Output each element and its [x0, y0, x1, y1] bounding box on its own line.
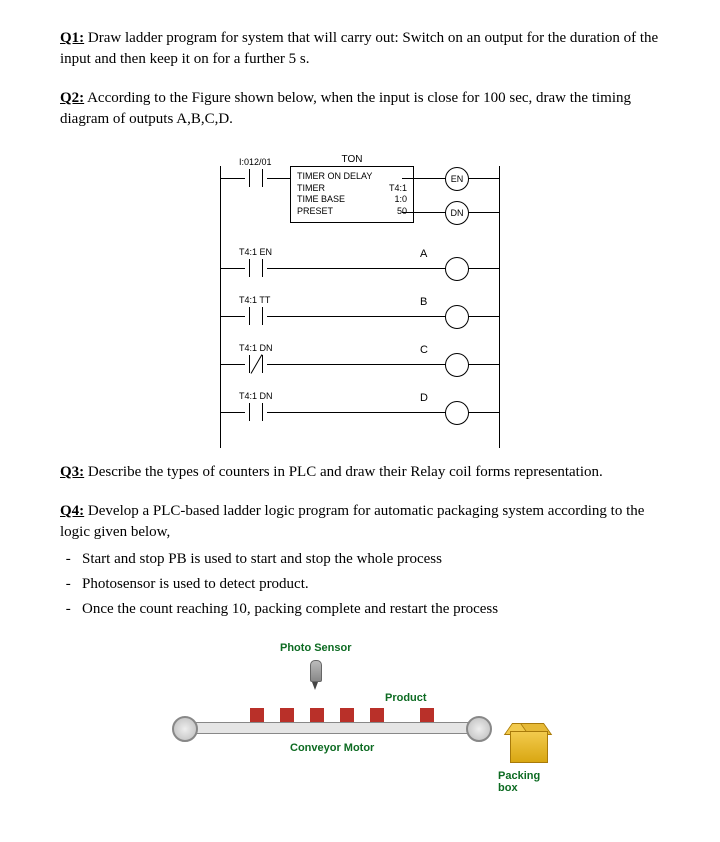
q4-bullet-3: Once the count reaching 10, packing comp… — [82, 599, 660, 620]
question-4: Q4: Develop a PLC-based ladder logic pro… — [60, 501, 660, 620]
rung3-contact: T4:1 TT — [245, 307, 267, 325]
timer-line4: PRESET 50 — [297, 206, 407, 218]
timer-title: TON — [342, 153, 363, 166]
document-page: Q1: Draw ladder program for system that … — [0, 0, 720, 842]
rung4-out-label: C — [420, 344, 428, 356]
ladder-diagram-wrap: I:012/01 TON TIMER ON DELAY TIMER T4:1 T… — [60, 148, 660, 448]
rung5-contact: T4:1 DN — [245, 403, 267, 421]
conveyor-motor-label: Conveyor Motor — [290, 742, 374, 754]
rung2-contact: T4:1 EN — [245, 259, 267, 277]
q4-text: Develop a PLC-based ladder logic program… — [60, 503, 644, 540]
rung3-contact-label: T4:1 TT — [239, 295, 270, 305]
conveyor-belt-icon — [180, 722, 482, 734]
rung4-coil — [445, 353, 469, 377]
rung3-coil — [445, 305, 469, 329]
roller-right-icon — [466, 716, 492, 742]
q4-bullets: Start and stop PB is used to start and s… — [60, 549, 660, 620]
question-3: Q3: Describe the types of counters in PL… — [60, 462, 660, 483]
rung1-input-addr: I:012/01 — [239, 157, 272, 167]
q2-label: Q2: — [60, 90, 84, 106]
timer-line3: TIME BASE 1:0 — [297, 194, 407, 206]
product-label: Product — [385, 692, 427, 704]
timer-line1: TIMER ON DELAY — [297, 171, 407, 183]
product-box-icon — [250, 708, 264, 722]
q1-text: Draw ladder program for system that will… — [60, 30, 658, 67]
product-box-icon — [310, 708, 324, 722]
q2-text: According to the Figure shown below, whe… — [60, 90, 631, 127]
rung5-contact-label: T4:1 DN — [239, 391, 273, 401]
nc-slash-icon — [250, 354, 262, 374]
ladder-right-rail — [499, 166, 500, 448]
rung2-contact-label: T4:1 EN — [239, 247, 272, 257]
packing-box-label: Packing box — [498, 770, 550, 794]
rung3-out-label: B — [420, 296, 427, 308]
product-box-icon — [280, 708, 294, 722]
rung5-coil — [445, 401, 469, 425]
rung5-out-label: D — [420, 392, 428, 404]
rung1-input-contact: I:012/01 — [245, 169, 267, 187]
rung4-contact-label: T4:1 DN — [239, 343, 273, 353]
ladder-left-rail — [220, 166, 221, 448]
rung2-out-label: A — [420, 248, 427, 260]
q4-bullet-2: Photosensor is used to detect product. — [82, 574, 660, 595]
q4-label: Q4: — [60, 503, 84, 519]
timer-dn-coil: DN — [445, 201, 469, 225]
q4-bullet-1: Start and stop PB is used to start and s… — [82, 549, 660, 570]
roller-left-icon — [172, 716, 198, 742]
product-box-icon — [420, 708, 434, 722]
ladder-diagram: I:012/01 TON TIMER ON DELAY TIMER T4:1 T… — [220, 148, 500, 448]
question-1: Q1: Draw ladder program for system that … — [60, 28, 660, 70]
product-box-icon — [370, 708, 384, 722]
q3-text: Describe the types of counters in PLC an… — [84, 464, 603, 480]
timer-en-coil: EN — [445, 167, 469, 191]
photo-sensor-icon — [310, 660, 320, 690]
product-box-icon — [340, 708, 354, 722]
question-2: Q2: According to the Figure shown below,… — [60, 88, 660, 130]
q3-label: Q3: — [60, 464, 84, 480]
timer-block: TON TIMER ON DELAY TIMER T4:1 TIME BASE … — [290, 166, 414, 223]
rung1-wire-e — [468, 212, 500, 213]
rung4-contact-nc: T4:1 DN — [245, 355, 267, 373]
q1-label: Q1: — [60, 30, 84, 46]
rung1-wire-c — [468, 178, 500, 179]
packing-box-icon — [510, 727, 546, 763]
photo-sensor-label: Photo Sensor — [280, 642, 352, 654]
timer-line2: TIMER T4:1 — [297, 183, 407, 195]
rung2-coil — [445, 257, 469, 281]
conveyor-illustration-wrap: Photo Sensor Product Conveyor Motor Pack… — [60, 642, 660, 802]
conveyor-illustration: Photo Sensor Product Conveyor Motor Pack… — [170, 642, 550, 802]
